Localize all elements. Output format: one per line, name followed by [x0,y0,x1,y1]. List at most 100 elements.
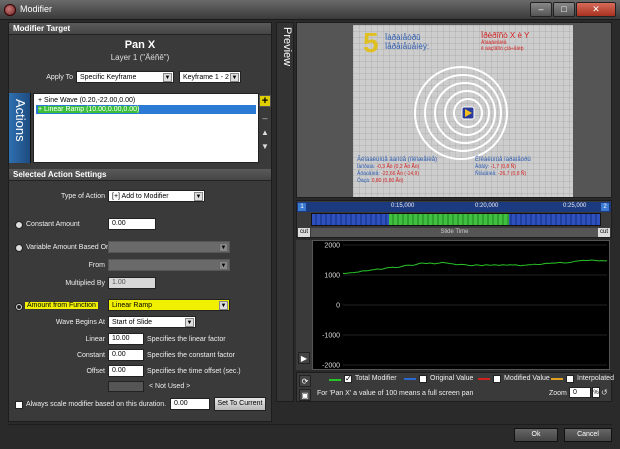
time-label: 0:25,000 [563,203,587,209]
settings-header: Selected Action Settings [9,169,271,181]
chevron-down-icon: ▼ [230,73,239,82]
move-down-button[interactable]: ▼ [259,142,271,152]
chevron-down-icon: ▼ [219,301,228,310]
duration-input[interactable]: 0.00 [170,398,210,410]
total-modifier-line [342,259,608,275]
footer-divider [8,424,612,425]
close-button[interactable]: ✕ [576,2,616,17]
window-title: Modifier [20,4,53,14]
unused-input [108,381,144,392]
total-modifier-checkbox[interactable] [344,374,352,383]
graph-left-controls: ▶ [296,240,312,370]
preview-key: Ôàçà: [357,178,371,184]
preview-header-line-2: Ïåðåìåùåíèÿ: [385,42,430,51]
preview-key: Ñìåùåíèå: [475,171,497,177]
preview-area: 5 Ïàðàìåòðû Ïåðåìåùåíèÿ: Ïðèðîñò X è Y Äî… [296,22,612,198]
marker-end[interactable]: 2 [601,203,609,211]
amount-from-function-label: Amount from Function [25,302,98,309]
ok-button[interactable]: Ok [514,428,558,442]
apply-to-value: Specific Keyframe [80,74,137,81]
always-scale-label: Always scale modifier based on this dura… [26,401,167,408]
function-value: Linear Ramp [112,302,153,309]
list-item-label: Sine Wave (0.20,-22.00,0.00) [44,97,136,104]
wave-begins-label: Wave Begins At [55,319,105,326]
preview-blue-right-title: Ëîêàëüíûå ïàðàìåòðû [475,157,531,163]
minimize-button[interactable]: – [530,2,552,17]
actions-tab: Actions [9,93,31,163]
interpolated-label: Interpolated [577,375,614,382]
preview-key: Âðàùåíèå: [357,171,380,177]
timeline[interactable]: 1 2 0:15,000 0:20,000 0:25,000 cut cut S… [296,200,612,238]
modified-value-checkbox[interactable] [493,375,501,383]
slide-time-bar: Slide Time [311,228,598,237]
function-select[interactable]: Linear Ramp ▼ [108,299,230,311]
linear-input[interactable]: 10.00 [108,333,144,345]
offset-input[interactable]: 0.00 [108,365,144,377]
snapshot-icon[interactable]: ▣ [299,389,311,401]
apply-to-select[interactable]: Specific Keyframe ▼ [76,71,174,83]
type-of-action-select[interactable]: [+] Add to Modifier ▼ [108,190,205,202]
always-scale-checkbox[interactable] [15,401,23,409]
original-value-label: Original Value [430,375,474,382]
play-icon[interactable]: ▶ [298,352,310,364]
chevron-down-icon: ▼ [219,261,228,270]
cut-right-button[interactable]: cut [598,228,610,237]
variable-amount-select[interactable]: ▼ [108,241,230,253]
remove-action-button[interactable]: – [259,113,271,123]
actions-list[interactable]: + Sine Wave (0.20,-22.00,0.00) + Linear … [33,93,259,163]
preview-value: -26,7 (0,8 Ñ) [498,171,527,177]
graph-svg: 2000 1000 0 -1000 -2000 [322,243,608,370]
interpolated-swatch [551,378,563,380]
keyframe-value: Keyframe 1 - 2 [183,74,229,81]
list-item-selected[interactable]: + Linear Ramp (10.00,0.00,0.00) [36,105,256,114]
add-action-button[interactable]: + [259,95,271,107]
actions-tab-label: Actions [13,99,28,142]
wave-begins-select[interactable]: Start of Slide ▼ [108,316,196,328]
marker-start[interactable]: 1 [298,203,306,211]
target-title: Pan X [124,39,156,51]
amount-from-function-radio[interactable] [15,303,23,311]
preview-tab-label: Preview [281,27,293,67]
target-layer: Layer 1 ("Äëñê") [110,53,170,62]
constant-label: Constant [76,352,105,359]
keyframe-select[interactable]: Keyframe 1 - 2 ▼ [179,71,241,83]
constant-amount-input[interactable]: 0.00 [108,218,156,230]
maximize-button[interactable]: □ [553,2,575,17]
chevron-down-icon: ▼ [185,318,194,327]
total-modifier-label: Total Modifier [355,375,397,382]
from-label: From [88,262,105,269]
interpolated-checkbox[interactable] [566,375,574,383]
cut-left-button[interactable]: cut [298,228,310,237]
cancel-button[interactable]: Cancel [564,428,612,442]
preview-key: Âðåìÿ: [475,164,490,170]
left-panel: Modifier Target Pan X Layer 1 ("Äëñê") A… [8,22,272,422]
title-bar: Modifier – □ ✕ [0,0,620,20]
preview-value: -22,66 Ãö (-14,9) [381,171,420,177]
constant-input[interactable]: 0.00 [108,349,144,361]
preview-tab[interactable]: Preview [276,22,294,402]
list-item[interactable]: + Sine Wave (0.20,-22.00,0.00) [36,96,256,105]
list-item-label: Linear Ramp (10.00,0.00,0.00) [44,106,140,113]
multiplied-by-input[interactable]: 1.00 [108,277,156,289]
set-to-current-button[interactable]: Set To Current [214,397,266,411]
preview-value: 0,80 (0,80 Ãö) [371,178,404,184]
chevron-down-icon: ▼ [219,243,228,252]
type-of-action-value: [+] Add to Modifier [112,193,169,200]
zoom-input[interactable]: 0 [569,387,591,398]
wave-begins-value: Start of Slide [112,319,153,326]
constant-amount-radio[interactable] [15,221,23,229]
preview-key: Ïàíîðàìà: [357,164,376,170]
preview-blue-left-title: Ãëîáàëüíûå äàííûå (ïîëîæåíèå) [357,157,438,163]
original-value-checkbox[interactable] [419,375,427,383]
linear-label: Linear [85,336,105,343]
loop-icon[interactable]: ⟳ [299,375,311,387]
from-select[interactable]: ▼ [108,259,230,271]
modifier-graph: 2000 1000 0 -1000 -2000 [312,240,610,370]
variable-amount-radio[interactable] [15,244,23,252]
constant-amount-label: Constant Amount [26,221,80,228]
y-tick-label: 2000 [324,243,340,250]
time-label: 0:15,000 [391,203,415,209]
zoom-reset-icon[interactable]: ↺ [601,388,608,397]
modifier-target-header: Modifier Target [9,23,271,35]
move-up-button[interactable]: ▲ [259,128,271,138]
